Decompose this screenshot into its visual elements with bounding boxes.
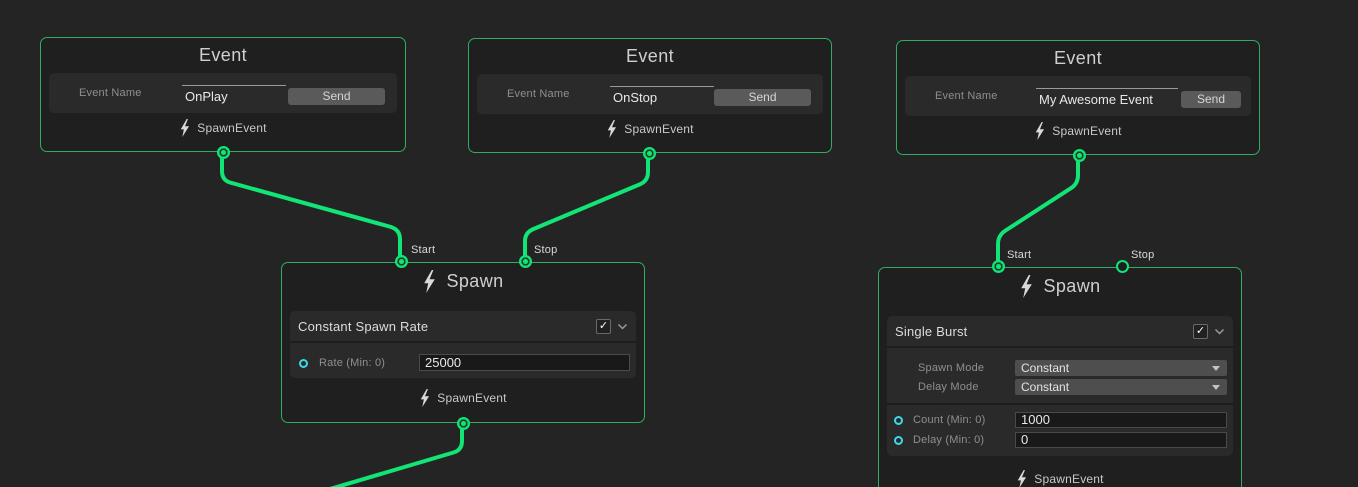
rate-input[interactable] — [419, 354, 630, 371]
node-title-row: Spawn — [879, 275, 1241, 298]
stop-port-label: Stop — [534, 244, 557, 256]
spawn-context-icon — [1019, 275, 1033, 298]
event-node-onplay[interactable]: Event Event Name Send SpawnEvent — [40, 37, 406, 152]
output-context-row: SpawnEvent — [469, 117, 831, 141]
event-node-awesome[interactable]: Event Event Name Send SpawnEvent — [896, 40, 1260, 155]
block-title: Constant Spawn Rate — [298, 319, 596, 334]
constant-spawn-rate-block[interactable]: Constant Spawn Rate ✓ Rate (Min: 0) — [290, 311, 636, 378]
send-button[interactable]: Send — [1181, 91, 1241, 108]
output-port[interactable] — [217, 146, 230, 159]
event-settings-row: Event Name Send — [905, 76, 1251, 116]
spawn-mode-label: Spawn Mode — [918, 360, 984, 376]
spawn-context-icon — [422, 270, 436, 293]
output-context-row: SpawnEvent — [879, 467, 1241, 487]
count-label: Count (Min: 0) — [913, 412, 986, 428]
output-context-row: SpawnEvent — [41, 116, 405, 140]
spawn-event-icon — [606, 120, 617, 138]
delay-input[interactable] — [1015, 432, 1227, 448]
event-name-input[interactable] — [1036, 88, 1178, 107]
output-context-row: SpawnEvent — [282, 386, 644, 410]
spawn-node-constant-rate[interactable]: Start Stop Spawn Constant Spawn Rate ✓ R… — [281, 262, 645, 423]
event-node-onstop[interactable]: Event Event Name Send SpawnEvent — [468, 38, 832, 153]
spawn-event-icon — [1016, 470, 1027, 487]
spawn-mode-value: Constant — [1021, 361, 1069, 375]
node-title-row: Spawn — [282, 270, 644, 293]
event-settings-row: Event Name Send — [49, 73, 397, 113]
event-name-label: Event Name — [507, 88, 570, 100]
stop-input-port[interactable] — [519, 255, 532, 268]
chevron-down-icon[interactable] — [617, 323, 628, 330]
count-input[interactable] — [1015, 412, 1227, 428]
output-flow-label: SpawnEvent — [624, 122, 693, 136]
block-header: Single Burst ✓ — [887, 316, 1233, 348]
node-title: Event — [469, 46, 831, 67]
event-name-input[interactable] — [610, 86, 714, 105]
block-title: Single Burst — [895, 324, 1193, 339]
delay-mode-dropdown[interactable]: Constant — [1015, 379, 1227, 395]
dropdown-arrow-icon — [1212, 385, 1220, 390]
spawn-event-icon — [1034, 122, 1045, 140]
delay-mode-label: Delay Mode — [918, 379, 979, 395]
event-name-input[interactable] — [182, 85, 286, 104]
start-input-port[interactable] — [992, 260, 1005, 273]
send-button[interactable]: Send — [714, 89, 811, 106]
node-title: Event — [897, 48, 1259, 69]
delay-mode-value: Constant — [1021, 380, 1069, 394]
send-button[interactable]: Send — [288, 88, 385, 105]
output-port[interactable] — [457, 417, 470, 430]
spawn-event-icon — [419, 389, 430, 407]
edge-onplay-to-start[interactable] — [222, 152, 400, 262]
delay-data-port[interactable] — [894, 436, 903, 445]
stop-input-port[interactable] — [1116, 260, 1129, 273]
count-data-port[interactable] — [894, 416, 903, 425]
node-title: Event — [41, 45, 405, 66]
dropdown-arrow-icon — [1212, 366, 1220, 371]
chevron-down-icon[interactable] — [1214, 328, 1225, 335]
event-settings-row: Event Name Send — [477, 74, 823, 114]
spawn-event-icon — [179, 119, 190, 137]
output-context-row: SpawnEvent — [897, 119, 1259, 143]
start-port-label: Start — [1007, 249, 1031, 261]
node-title: Spawn — [1043, 276, 1100, 297]
event-name-label: Event Name — [935, 90, 998, 102]
block-enabled-checkbox[interactable]: ✓ — [1193, 324, 1208, 339]
output-flow-label: SpawnEvent — [1034, 472, 1103, 486]
spawn-node-single-burst[interactable]: Start Stop Spawn Single Burst ✓ Spawn Mo… — [878, 267, 1242, 487]
rate-label: Rate (Min: 0) — [319, 355, 385, 372]
block-header: Constant Spawn Rate ✓ — [290, 311, 636, 343]
edge-spawn-output[interactable] — [330, 423, 462, 487]
node-title: Spawn — [446, 271, 503, 292]
output-flow-label: SpawnEvent — [197, 121, 266, 135]
start-input-port[interactable] — [395, 255, 408, 268]
rate-data-port[interactable] — [299, 359, 308, 368]
output-flow-label: SpawnEvent — [437, 391, 506, 405]
stop-port-label: Stop — [1131, 249, 1154, 261]
output-port[interactable] — [643, 147, 656, 160]
spawn-mode-dropdown[interactable]: Constant — [1015, 360, 1227, 376]
start-port-label: Start — [411, 244, 435, 256]
delay-label: Delay (Min: 0) — [913, 432, 984, 448]
event-name-label: Event Name — [79, 87, 142, 99]
single-burst-block[interactable]: Single Burst ✓ Spawn Mode Constant Delay… — [887, 316, 1233, 456]
output-port[interactable] — [1073, 149, 1086, 162]
block-enabled-checkbox[interactable]: ✓ — [596, 319, 611, 334]
block-divider — [887, 403, 1233, 405]
vfx-graph-canvas[interactable]: Event Event Name Send SpawnEvent Event E… — [0, 0, 1358, 487]
output-flow-label: SpawnEvent — [1052, 124, 1121, 138]
